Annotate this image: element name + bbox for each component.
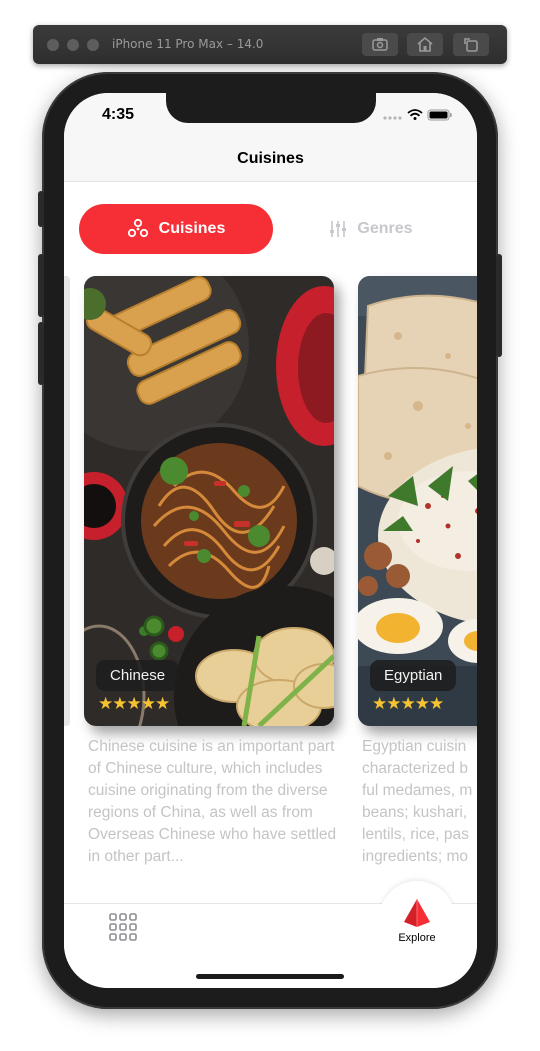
volume-up-button bbox=[38, 254, 44, 317]
status-time: 4:35 bbox=[102, 106, 135, 123]
card-title: Chinese bbox=[96, 660, 180, 691]
explore-icon bbox=[404, 899, 430, 927]
close-window-button[interactable] bbox=[47, 39, 59, 51]
card-description: Egyptian cuisin characterized b ful meda… bbox=[362, 738, 473, 865]
wifi-icon bbox=[407, 109, 423, 120]
screenshot-icon bbox=[372, 38, 388, 51]
chinese-food-image bbox=[84, 276, 334, 726]
zoom-window-button[interactable] bbox=[87, 39, 99, 51]
sliders-icon bbox=[330, 221, 347, 237]
battery-icon bbox=[427, 109, 452, 121]
tab-genres[interactable]: Genres bbox=[274, 204, 468, 254]
tab-explore[interactable] bbox=[403, 898, 431, 933]
rotate-icon bbox=[464, 38, 478, 52]
minimize-window-button[interactable] bbox=[67, 39, 79, 51]
tab-explore-label: Explore bbox=[398, 932, 436, 944]
signal-icon bbox=[383, 116, 402, 120]
home-indicator bbox=[196, 974, 344, 979]
cuisine-card-egyptian[interactable]: Egyptian ★★★★★ bbox=[358, 276, 477, 726]
tab-grid[interactable] bbox=[109, 913, 137, 946]
grid-icon bbox=[109, 913, 137, 941]
simulator-title: iPhone 11 Pro Max – 14.0 bbox=[112, 37, 264, 51]
cuisine-card-chinese[interactable]: Chinese ★★★★★ bbox=[84, 276, 334, 726]
tab-cuisines-label: Cuisines bbox=[158, 220, 226, 237]
notch bbox=[166, 93, 376, 123]
star-rating: ★★★★★ bbox=[372, 694, 444, 713]
volume-down-button bbox=[38, 322, 44, 385]
cuisines-icon bbox=[127, 218, 148, 238]
card-title: Egyptian bbox=[370, 660, 457, 691]
card-description: Chinese cuisine is an important part of … bbox=[88, 738, 337, 865]
home-button[interactable] bbox=[407, 33, 443, 56]
mute-switch bbox=[38, 191, 44, 227]
previous-card-edge bbox=[64, 276, 70, 726]
home-icon bbox=[417, 36, 433, 52]
power-button bbox=[496, 254, 502, 357]
star-rating: ★★★★★ bbox=[98, 694, 170, 713]
tab-cuisines[interactable]: Cuisines bbox=[79, 204, 273, 254]
app-screen: Cuisines 4:35 Cuisines Genres Chinese ★★… bbox=[64, 93, 477, 988]
simulator-title-bar: iPhone 11 Pro Max – 14.0 bbox=[33, 25, 507, 64]
status-icons bbox=[383, 108, 453, 127]
page-title: Cuisines bbox=[237, 150, 304, 167]
egyptian-food-image bbox=[358, 276, 477, 726]
rotate-button[interactable] bbox=[453, 33, 489, 56]
screenshot-button[interactable] bbox=[362, 33, 398, 56]
tab-genres-label: Genres bbox=[357, 220, 413, 237]
